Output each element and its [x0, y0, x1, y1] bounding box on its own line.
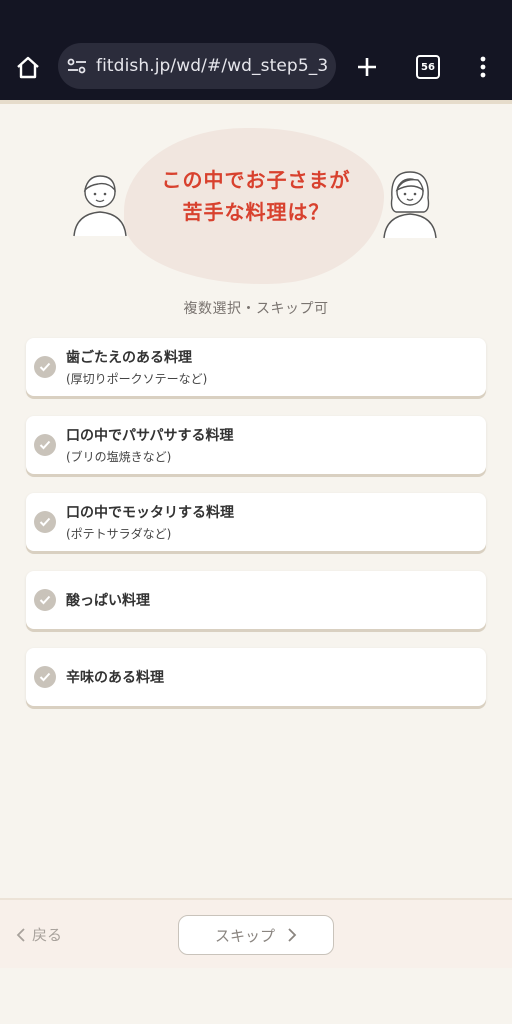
chevron-right-icon: [287, 927, 297, 943]
tab-count: 56: [421, 61, 435, 73]
option-subtitle: (ブリの塩焼きなど): [66, 450, 172, 464]
option-dry-dishes[interactable]: 口の中でパサパサする料理 (ブリの塩焼きなど): [26, 416, 486, 474]
more-menu-icon[interactable]: [472, 52, 494, 82]
option-title: 辛味のある料理: [66, 670, 164, 686]
check-icon: [34, 666, 56, 688]
footer-nav: 戻る スキップ: [0, 900, 512, 968]
option-subtitle: (ポテトサラダなど): [66, 527, 172, 541]
page-bottom: [0, 968, 512, 1024]
question-line-1: この中でお子さまが: [161, 168, 351, 192]
option-chewy-dishes[interactable]: 歯ごたえのある料理 (厚切りポークソテーなど): [26, 338, 486, 396]
skip-button[interactable]: スキップ: [178, 915, 334, 955]
url-text: fitdish.jp/wd/#/wd_step5_3: [96, 56, 329, 76]
option-title: 酸っぱい料理: [66, 593, 150, 609]
address-bar[interactable]: fitdish.jp/wd/#/wd_step5_3: [58, 43, 336, 89]
check-icon: [34, 434, 56, 456]
skip-label: スキップ: [214, 926, 275, 945]
selection-hint: 複数選択・スキップ可: [183, 301, 329, 317]
tab-switcher-icon[interactable]: 56: [416, 55, 440, 79]
new-tab-icon[interactable]: [352, 52, 382, 82]
option-sour-dishes[interactable]: 酸っぱい料理: [26, 571, 486, 629]
option-spicy-dishes[interactable]: 辛味のある料理: [26, 648, 486, 706]
chevron-left-icon: [16, 927, 26, 943]
boy-illustration-icon: [68, 168, 132, 242]
question-line-2: 苦手な料理は？: [182, 200, 330, 224]
site-settings-icon[interactable]: [66, 55, 88, 77]
home-icon[interactable]: [12, 52, 44, 84]
check-icon: [34, 511, 56, 533]
check-icon: [34, 356, 56, 378]
option-title: 口の中でモッタリする料理: [66, 505, 234, 521]
question-title: この中でお子さまが 苦手な料理は？: [124, 164, 388, 228]
toolbar-divider: [0, 100, 512, 104]
option-title: 口の中でパサパサする料理: [66, 428, 234, 444]
browser-toolbar: fitdish.jp/wd/#/wd_step5_3 56: [0, 0, 512, 100]
back-button[interactable]: 戻る: [16, 924, 62, 945]
check-icon: [34, 589, 56, 611]
back-label: 戻る: [32, 926, 63, 944]
question-hero: この中でお子さまが 苦手な料理は？: [0, 120, 512, 290]
option-title: 歯ごたえのある料理: [66, 350, 192, 366]
option-subtitle: (厚切りポークソテーなど): [66, 372, 208, 386]
option-thick-dishes[interactable]: 口の中でモッタリする料理 (ポテトサラダなど): [26, 493, 486, 551]
